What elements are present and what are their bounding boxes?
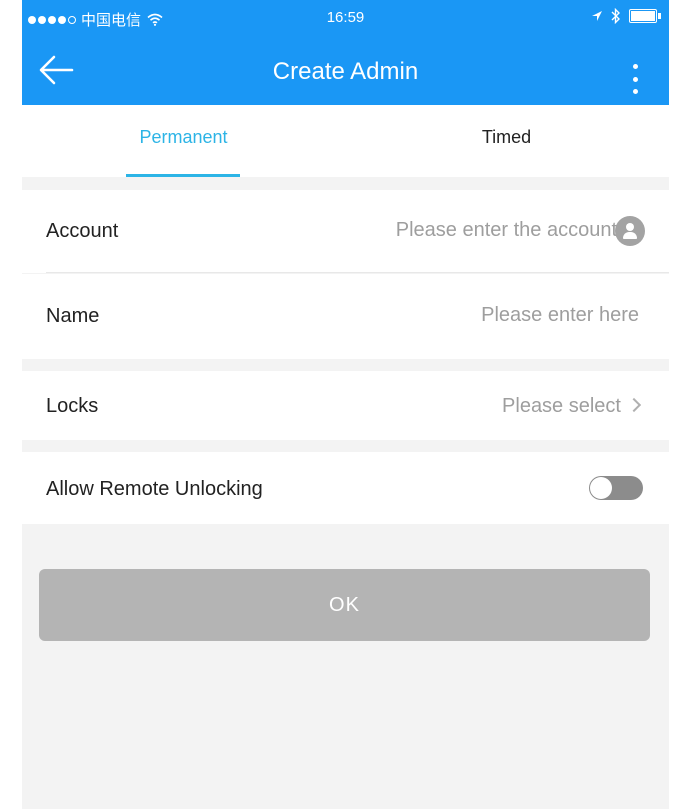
page-title: Create Admin <box>272 58 419 85</box>
locks-row[interactable]: Locks Please select <box>22 371 669 440</box>
remote-unlocking-row: Allow Remote Unlocking <box>22 452 669 524</box>
locks-label: Locks <box>46 395 99 417</box>
name-row: Name <box>22 274 669 359</box>
status-time: 16:59 <box>326 9 365 26</box>
navigation-bar: Create Admin <box>22 36 669 105</box>
toggle-knob <box>590 477 612 499</box>
name-input[interactable] <box>279 304 639 327</box>
account-row: Account <box>22 190 669 273</box>
bluetooth-icon <box>611 8 620 24</box>
account-input[interactable] <box>297 219 617 242</box>
tab-bar: Permanent Timed <box>22 105 669 177</box>
status-bar: 中国电信 16:59 <box>22 0 669 36</box>
locks-value: Please select <box>502 395 621 417</box>
more-vertical-icon[interactable] <box>631 64 639 94</box>
tab-active-indicator <box>126 174 240 177</box>
location-arrow-icon <box>592 11 602 21</box>
contact-picker-icon[interactable] <box>615 216 645 246</box>
row-divider <box>46 272 669 273</box>
name-label: Name <box>46 305 100 327</box>
remote-unlocking-label: Allow Remote Unlocking <box>46 478 263 500</box>
tab-permanent[interactable]: Permanent <box>22 105 345 177</box>
tab-timed[interactable]: Timed <box>345 105 668 177</box>
create-admin-screen: 中国电信 16:59 Create Admin Permanent Timed … <box>22 0 669 809</box>
status-indicators <box>591 8 661 24</box>
battery-icon <box>629 9 661 23</box>
chevron-right-icon <box>626 397 642 413</box>
account-label: Account <box>46 220 119 242</box>
ok-button[interactable]: OK <box>39 569 650 641</box>
remote-unlocking-toggle[interactable] <box>589 476 643 500</box>
locks-select[interactable]: Please select <box>502 395 642 418</box>
